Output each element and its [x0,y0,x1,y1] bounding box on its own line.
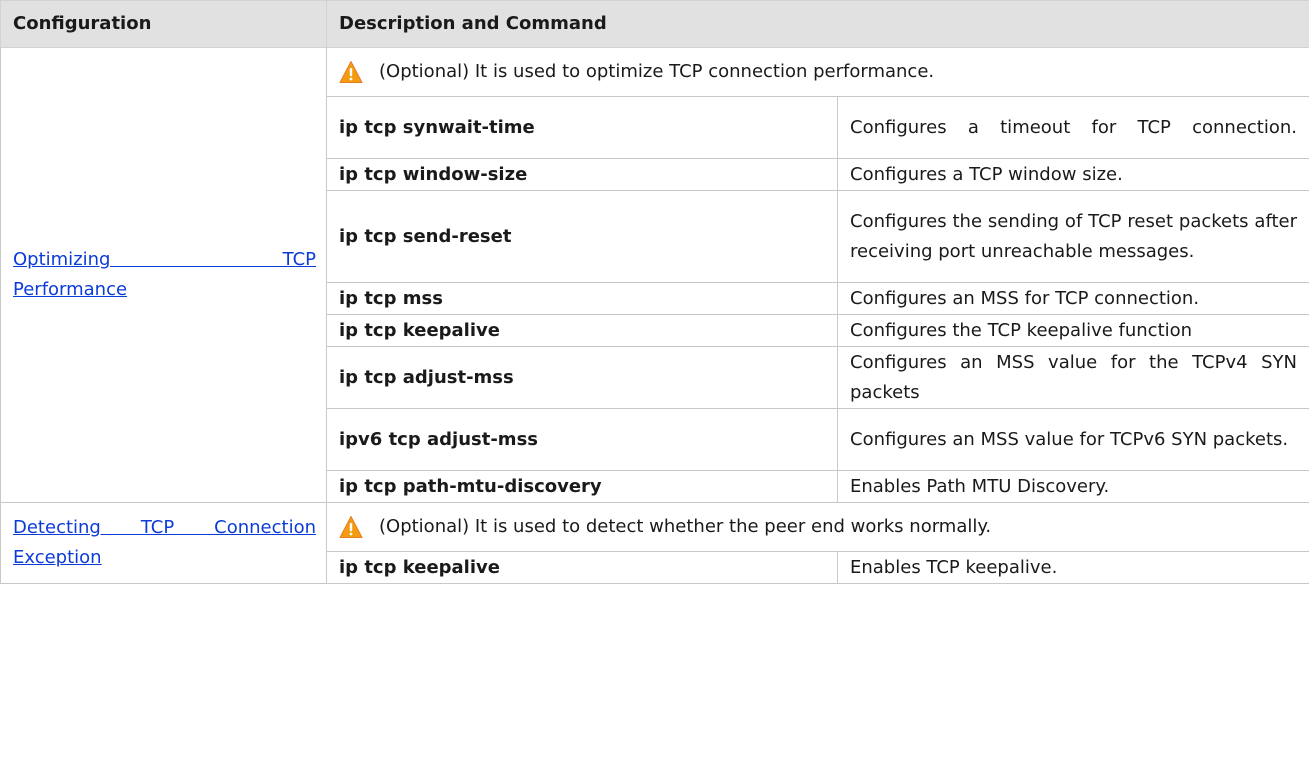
description-cell: Configures an MSS value for TCPv6 SYN pa… [836,408,1309,471]
description-cell: Configures an MSS value for the TCPv4 SY… [836,346,1309,409]
note-text: (Optional) It is used to detect whether … [379,516,992,537]
command-cell: ip tcp keepalive [326,551,838,584]
configuration-link-line1: Detecting TCP Connection [13,517,316,538]
description-cell: Enables Path MTU Discovery. [836,470,1309,503]
configuration-cell: Detecting TCP Connection Exception [0,502,327,584]
configuration-link-line1: Optimizing TCP [13,249,316,270]
configuration-link-line2: Exception [13,547,102,568]
optimizing-tcp-performance-link[interactable]: Optimizing TCP Performance [13,245,316,305]
note-cell: (Optional) It is used to optimize TCP co… [325,47,1309,97]
command-cell: ip tcp synwait-time [326,96,838,159]
header-row: Configuration Description and Command [0,0,1309,48]
description-cell: Configures a timeout for TCP connection. [836,96,1309,159]
note-text: (Optional) It is used to optimize TCP co… [379,61,935,82]
command-cell: ipv6 tcp adjust-mss [326,408,838,471]
command-cell: ip tcp adjust-mss [326,346,838,409]
header-description: Description and Command [325,0,1309,48]
description-cell: Enables TCP keepalive. [836,551,1309,584]
configuration-link-line2: Performance [13,279,128,300]
command-table: Configuration Description and Command Op… [0,0,1309,584]
description-cell: Configures the TCP keepalive function [836,314,1309,347]
command-cell: ip tcp path-mtu-discovery [326,470,838,503]
section-note-row: Detecting TCP Connection Exception (Opti… [0,502,1309,584]
section-note-row: Optimizing TCP Performance (Optional) It… [0,47,1309,503]
command-cell: ip tcp keepalive [326,314,838,347]
warning-triangle-icon [339,515,363,539]
command-cell: ip tcp window-size [326,158,838,191]
description-cell: Configures an MSS for TCP connection. [836,282,1309,315]
command-cell: ip tcp send-reset [326,190,838,283]
configuration-cell: Optimizing TCP Performance [0,47,327,503]
description-cell: Configures a TCP window size. [836,158,1309,191]
detecting-tcp-connection-exception-link[interactable]: Detecting TCP Connection Exception [13,513,316,573]
description-cell: Configures the sending of TCP reset pack… [836,190,1309,283]
command-cell: ip tcp mss [326,282,838,315]
warning-triangle-icon [339,60,363,84]
header-configuration: Configuration [0,0,327,48]
note-cell: (Optional) It is used to detect whether … [325,502,1309,552]
description-text: Configures a timeout for TCP connection. [850,116,1298,138]
